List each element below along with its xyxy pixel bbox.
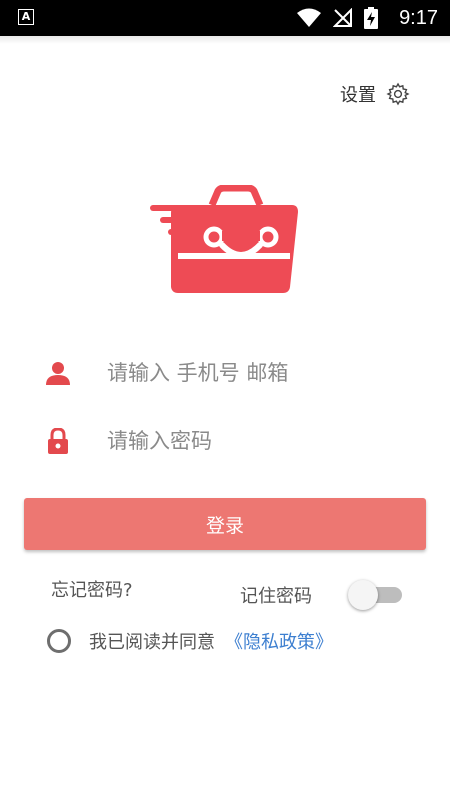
login-button[interactable]: 登录	[24, 498, 426, 550]
status-bar: A 9:17	[0, 0, 450, 36]
privacy-policy-link[interactable]: 《隐私政策》	[225, 628, 333, 654]
agree-radio[interactable]	[47, 629, 71, 653]
app-logo	[150, 184, 300, 295]
privacy-agreement-row: 我已阅读并同意 《隐私政策》	[47, 627, 333, 655]
password-field	[45, 420, 405, 462]
remember-password-label: 记住密码	[240, 586, 312, 607]
remember-password-toggle[interactable]	[348, 580, 404, 610]
toggle-thumb	[348, 580, 378, 610]
settings-label: 设置	[340, 85, 376, 106]
gear-icon	[386, 82, 410, 106]
forgot-password-link[interactable]: 忘记密码?	[51, 576, 133, 602]
status-time: 9:17	[399, 7, 438, 29]
toolbar-shadow	[0, 36, 450, 44]
signal-off-icon	[332, 8, 352, 27]
smiling-bag-logo	[150, 184, 298, 293]
battery-charging-icon	[364, 7, 378, 29]
wifi-icon	[296, 8, 321, 27]
settings-button[interactable]: 设置	[340, 80, 410, 108]
username-field	[45, 352, 405, 394]
password-input[interactable]	[105, 420, 399, 462]
accessibility-notification-icon: A	[18, 9, 34, 25]
username-input[interactable]	[105, 352, 399, 394]
user-icon	[46, 362, 70, 385]
lock-icon	[48, 428, 68, 454]
agree-text: 我已阅读并同意	[89, 632, 215, 653]
system-icons	[290, 7, 378, 29]
